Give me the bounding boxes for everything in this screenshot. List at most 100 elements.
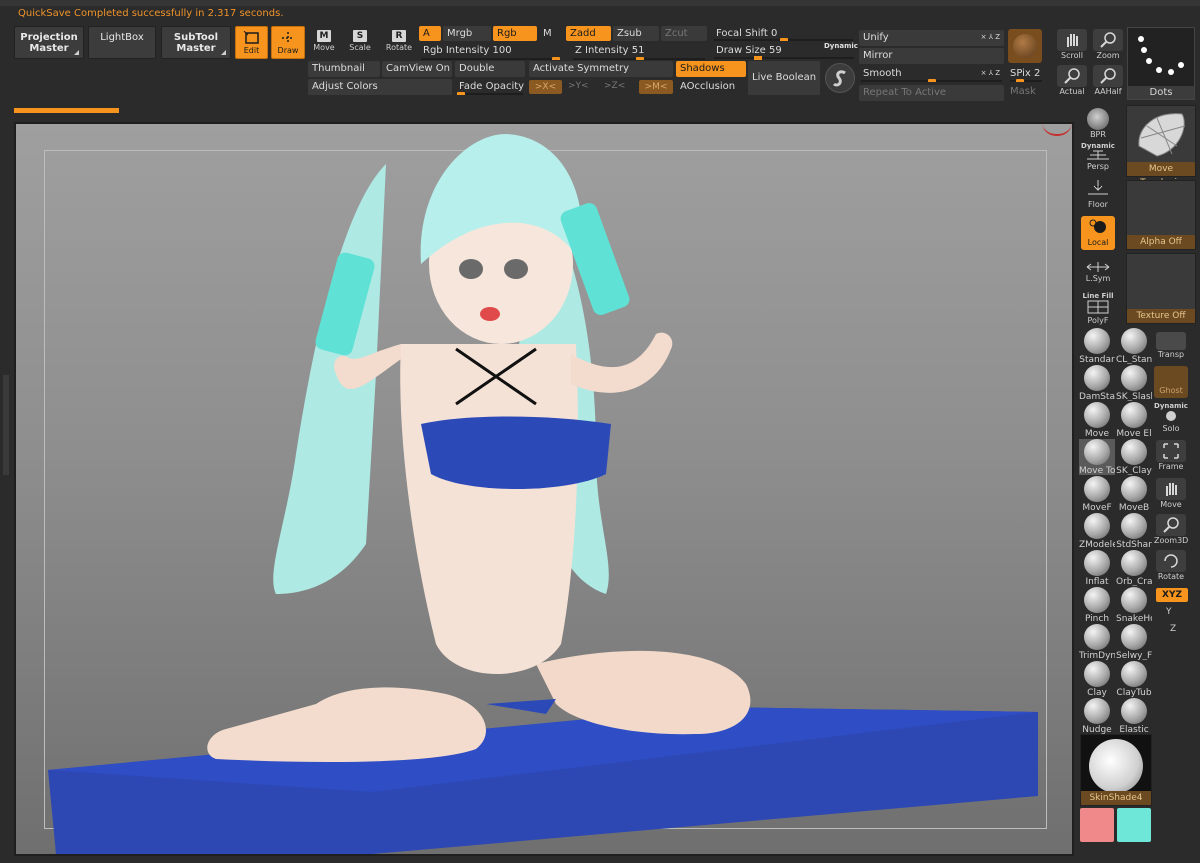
live-boolean-button[interactable]: Live Boolean: [748, 61, 820, 95]
fade-opacity-thumb[interactable]: [457, 92, 465, 95]
dynamic-label[interactable]: Dynamic: [824, 42, 858, 50]
material-thumbnail[interactable]: SkinShade4: [1080, 734, 1152, 806]
focal-shift-slider[interactable]: Focal Shift 0: [712, 26, 855, 41]
brush-item[interactable]: MoveB: [1116, 476, 1152, 512]
activate-symmetry-button[interactable]: Activate Symmetry: [529, 61, 673, 77]
brush-item[interactable]: MoveF: [1079, 476, 1115, 512]
live-boolean-icon[interactable]: [825, 63, 855, 93]
draw-button[interactable]: Draw: [271, 26, 305, 59]
repeat-to-active-button[interactable]: Repeat To Active: [859, 85, 1004, 101]
solo-button[interactable]: Dynamic Solo: [1154, 402, 1188, 436]
transp-button[interactable]: Transp: [1154, 332, 1188, 362]
brush-item[interactable]: CL_Stan: [1116, 328, 1152, 364]
actual-button[interactable]: Actual: [1055, 65, 1089, 99]
brush-item[interactable]: Nudge: [1079, 698, 1115, 734]
z-intensity-slider[interactable]: Z Intensity 51: [571, 43, 707, 60]
adjust-colors-button[interactable]: Adjust Colors: [308, 79, 452, 95]
brush-item[interactable]: Clay: [1079, 661, 1115, 697]
mask-button[interactable]: Mask: [1010, 86, 1036, 97]
polyf-button[interactable]: Line Fill PolyF: [1081, 292, 1115, 325]
double-button[interactable]: Double: [455, 61, 525, 77]
subtool-master-button[interactable]: SubTool Master: [161, 26, 231, 59]
brush-item[interactable]: Standar: [1079, 328, 1115, 364]
move-tool-button[interactable]: M Move: [311, 28, 337, 58]
y-rotate-toggle[interactable]: Y: [1166, 607, 1172, 617]
brush-item[interactable]: SnakeHo: [1116, 587, 1152, 623]
z-intensity-label: Z Intensity: [575, 45, 629, 56]
frame-button[interactable]: Frame: [1154, 440, 1188, 474]
y-axis-toggle[interactable]: >Y<: [568, 81, 589, 91]
secondary-color-swatch[interactable]: [1117, 808, 1151, 842]
brush-item[interactable]: StdShar: [1116, 513, 1152, 549]
ghost-button[interactable]: Ghost: [1154, 366, 1188, 398]
rotate-view-button[interactable]: Rotate: [1154, 550, 1188, 584]
floor-button[interactable]: Floor: [1081, 178, 1115, 210]
draw-size-slider[interactable]: Draw Size 59: [712, 43, 812, 58]
m-axis-toggle[interactable]: >M<: [639, 80, 673, 94]
brush-item[interactable]: SK_Slash: [1116, 365, 1152, 401]
zsub-button[interactable]: Zsub: [613, 26, 659, 41]
edit-button[interactable]: Edit: [235, 26, 268, 59]
camview-button[interactable]: CamView On: [382, 61, 452, 77]
current-brush-thumbnail[interactable]: Move Topologic: [1126, 105, 1196, 188]
mirror-button[interactable]: Mirror: [859, 48, 1004, 64]
bpr-button[interactable]: BPR: [1081, 108, 1115, 140]
smooth-slider[interactable]: Smooth × ⅄ Z: [859, 66, 1004, 82]
brush-item[interactable]: ClayTub: [1116, 661, 1152, 697]
rgb-button[interactable]: Rgb: [493, 26, 537, 41]
brush-item[interactable]: DamSta: [1079, 365, 1115, 401]
brush-item[interactable]: Move El: [1116, 402, 1152, 438]
brush-item[interactable]: ZModele: [1079, 513, 1115, 549]
zoom-button[interactable]: Zoom: [1091, 29, 1125, 63]
brush-item[interactable]: Orb_Cra: [1116, 550, 1152, 586]
m-button[interactable]: M: [539, 26, 563, 41]
brush-item[interactable]: Inflat: [1079, 550, 1115, 586]
left-shelf-handle[interactable]: [3, 375, 9, 475]
scale-tool-button[interactable]: S Scale: [347, 28, 373, 58]
fade-opacity-slider[interactable]: Fade Opacity 0: [455, 79, 525, 95]
mrgb-button[interactable]: Mrgb: [443, 26, 491, 41]
lsym-button[interactable]: L.Sym: [1081, 262, 1115, 284]
stroke-dots-button[interactable]: Dots: [1127, 27, 1195, 100]
rgb-intensity-slider[interactable]: Rgb Intensity 100: [419, 43, 562, 60]
brush-icon: [1121, 550, 1147, 576]
shadows-button[interactable]: Shadows: [676, 61, 746, 77]
zcut-button[interactable]: Zcut: [661, 26, 707, 41]
rotate-tool-button[interactable]: R Rotate: [384, 28, 414, 58]
spix-slider[interactable]: SPix 2: [1008, 66, 1044, 82]
a-mode-button[interactable]: A: [419, 26, 441, 41]
thumbnail-button[interactable]: Thumbnail: [308, 61, 380, 77]
material-preview-button[interactable]: [1008, 29, 1042, 63]
smooth-thumb[interactable]: [928, 79, 936, 82]
main-color-swatch[interactable]: [1080, 808, 1114, 842]
texture-thumbnail[interactable]: Texture Off: [1126, 253, 1196, 324]
aocclusion-button[interactable]: AOcclusion: [676, 79, 746, 95]
z-intensity-thumb[interactable]: [636, 57, 644, 60]
brush-item[interactable]: Pinch: [1079, 587, 1115, 623]
z-axis-toggle[interactable]: >Z<: [604, 81, 625, 91]
brush-item[interactable]: SK_Clay: [1116, 439, 1152, 475]
projection-master-button[interactable]: Projection Master: [14, 26, 84, 59]
brush-item[interactable]: TrimDyn: [1079, 624, 1115, 660]
move-view-button[interactable]: Move: [1154, 478, 1188, 512]
brush-item[interactable]: Elastic: [1116, 698, 1152, 734]
rgb-intensity-thumb[interactable]: [552, 57, 560, 60]
xyz-rotate-toggle[interactable]: XYZ: [1156, 588, 1188, 602]
draw-size-thumb[interactable]: [754, 56, 762, 60]
unify-button[interactable]: Unify × ⅄ Z: [859, 30, 1004, 46]
brush-item[interactable]: Move To: [1079, 439, 1115, 475]
zoom3d-button[interactable]: Zoom3D: [1154, 514, 1188, 548]
lightbox-button[interactable]: LightBox: [88, 26, 156, 59]
persp-button[interactable]: Dynamic Persp: [1081, 142, 1115, 172]
zadd-button[interactable]: Zadd: [566, 26, 611, 41]
brush-item[interactable]: Selwy_F: [1116, 624, 1152, 660]
brush-item[interactable]: Move: [1079, 402, 1115, 438]
alpha-thumbnail[interactable]: Alpha Off: [1126, 180, 1196, 250]
aahalf-button[interactable]: AAHalf: [1091, 65, 1125, 99]
focal-shift-thumb[interactable]: [780, 38, 788, 41]
local-button[interactable]: Local: [1081, 216, 1115, 250]
x-axis-toggle[interactable]: >X<: [529, 80, 562, 94]
scroll-button[interactable]: Scroll: [1055, 29, 1089, 63]
z-rotate-toggle[interactable]: Z: [1170, 624, 1176, 634]
spix-thumb[interactable]: [1016, 79, 1024, 82]
